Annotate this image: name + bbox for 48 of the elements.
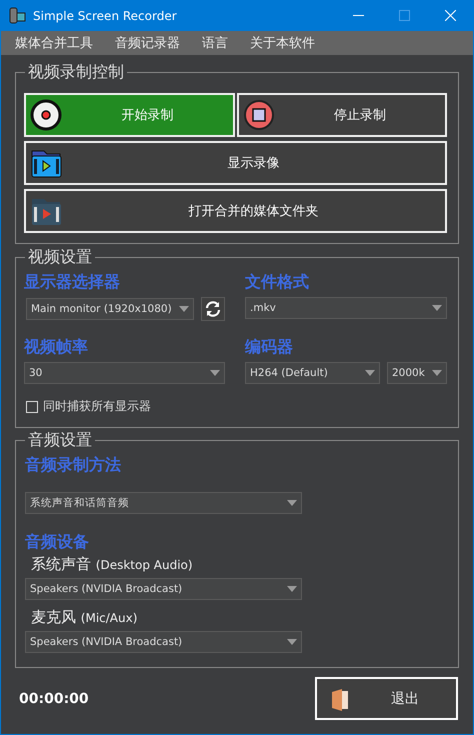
device-label: 麦克风 (Mic/Aux) (30, 608, 138, 627)
dropdown-arrow-icon (210, 370, 220, 376)
recording-timer: 00:00:00 (19, 690, 89, 706)
dropdown-arrow-icon (287, 500, 297, 506)
stop-button[interactable]: 停止录制 (236, 93, 447, 137)
dropdown[interactable]: .mkv (245, 297, 447, 319)
refresh-button[interactable] (201, 297, 225, 321)
checkbox[interactable] (26, 400, 38, 412)
field-label: 编码器 (245, 337, 294, 358)
dropdown-arrow-icon (432, 305, 442, 311)
dropdown-arrow-icon (432, 370, 442, 376)
dropdown[interactable]: 系统声音和话筒音频 (25, 492, 302, 514)
window-title: Simple Screen Recorder (33, 8, 178, 22)
record-icon (30, 99, 62, 131)
maximize-icon (398, 10, 410, 21)
refresh-icon (205, 301, 222, 317)
dropdown-arrow-icon (179, 306, 190, 312)
exit-button[interactable]: 退出 (315, 677, 458, 720)
dropdown[interactable]: H264 (Default) (245, 362, 380, 384)
dropdown[interactable]: Main monitor (1920x1080) (26, 298, 194, 320)
start-button[interactable]: 开始录制 (24, 93, 234, 137)
stop-icon (242, 99, 274, 131)
field-label: 音频录制方法 (25, 455, 122, 476)
checkbox-label: 同时捕获所有显示器 (43, 398, 151, 415)
menu-item[interactable]: 音频记录器 (115, 34, 180, 52)
field-label: 音频设备 (25, 532, 90, 553)
close-icon (444, 10, 456, 21)
menu-item[interactable]: 语言 (202, 34, 228, 52)
group-title: 视频设置 (25, 247, 95, 267)
field-label: 显示器选择器 (24, 272, 121, 293)
group-title: 音频设置 (25, 430, 95, 450)
field-label: 文件格式 (245, 272, 310, 293)
dropdown[interactable]: Speakers (NVIDIA Broadcast) (25, 578, 302, 600)
app-icon (9, 7, 26, 24)
menu-item[interactable]: 媒体合并工具 (15, 34, 93, 52)
field-label: 视频帧率 (24, 337, 89, 358)
dropdown-arrow-icon (287, 639, 297, 645)
group-title: 视频录制控制 (25, 62, 127, 82)
dropdown-arrow-icon (287, 586, 297, 592)
dropdown[interactable]: 30 (24, 362, 225, 384)
menu-item[interactable]: 关于本软件 (250, 34, 315, 52)
folder-button[interactable]: 打开合并的媒体文件夹 (24, 189, 447, 233)
minimize-icon (352, 14, 364, 16)
show-button[interactable]: 显示录像 (24, 141, 447, 185)
dropdown[interactable]: 2000k (387, 362, 447, 384)
dropdown-arrow-icon (365, 370, 375, 376)
device-label: 系统声音 (Desktop Audio) (30, 555, 194, 574)
dropdown[interactable]: Speakers (NVIDIA Broadcast) (25, 631, 302, 653)
